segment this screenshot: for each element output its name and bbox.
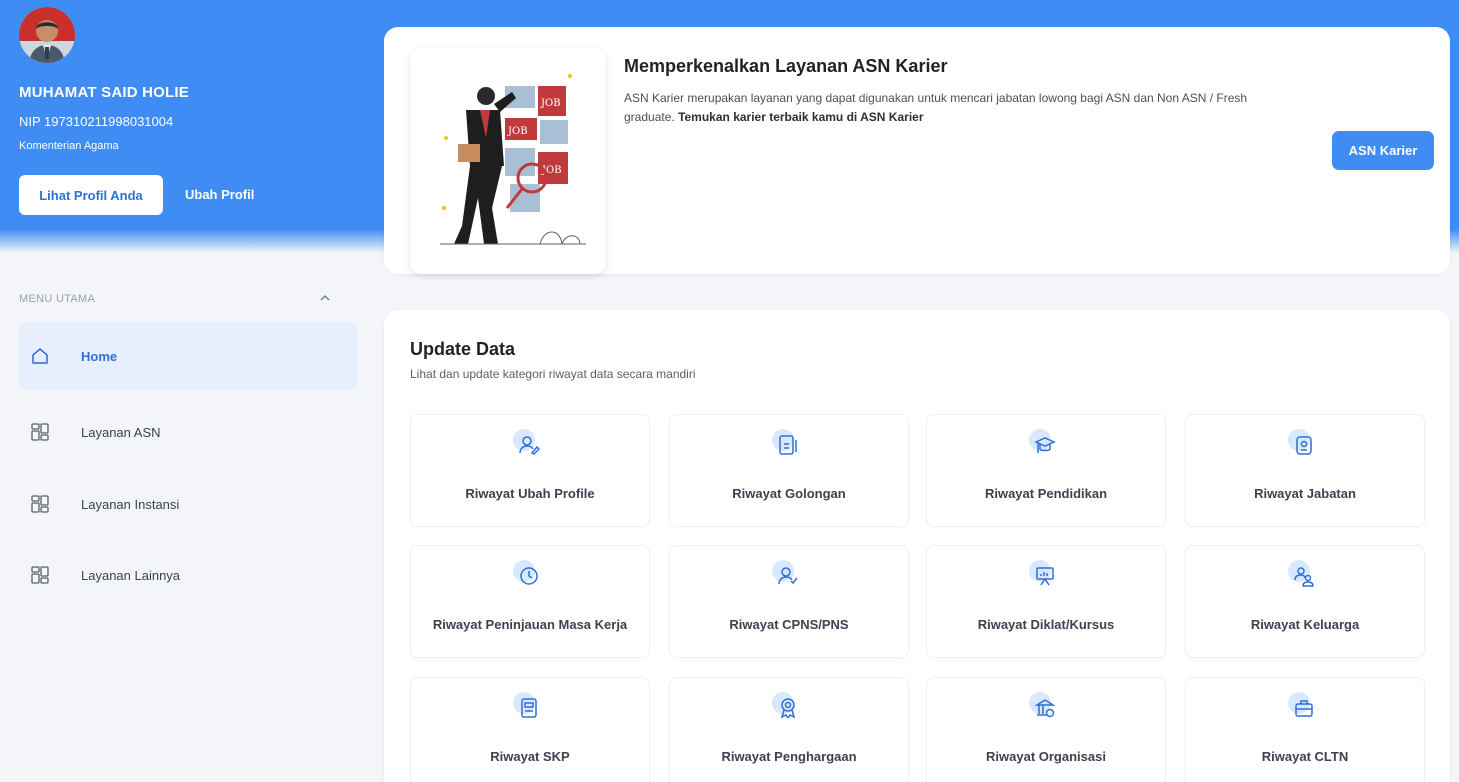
grid-icon bbox=[29, 564, 51, 586]
tile-riwayat-diklat-kursus[interactable]: Riwayat Diklat/Kursus bbox=[926, 545, 1166, 658]
sidebar-item-layanan-lainnya[interactable]: Layanan Lainnya bbox=[19, 541, 357, 609]
update-data-subtitle: Lihat dan update kategori riwayat data s… bbox=[410, 367, 696, 381]
asn-karier-card: JOB JOB JOB Memperkenalkan Layanan ASN K… bbox=[384, 27, 1450, 274]
chevron-up-icon[interactable] bbox=[320, 292, 330, 304]
tile-label: Riwayat CLTN bbox=[1261, 749, 1349, 764]
tile-label: Riwayat SKP bbox=[490, 749, 570, 764]
job-search-illustration: JOB JOB JOB bbox=[410, 48, 606, 274]
update-data-title: Update Data bbox=[410, 339, 516, 359]
award-icon bbox=[772, 692, 806, 726]
grid-icon bbox=[29, 493, 51, 515]
presentation-icon bbox=[1029, 560, 1063, 594]
profile-panel: MUHAMAT SAID HOLIE NIP 19731021199803100… bbox=[0, 0, 372, 253]
hero-description-highlight: Temukan karier terbaik kamu di ASN Karie… bbox=[678, 110, 924, 124]
hero-description: ASN Karier merupakan layanan yang dapat … bbox=[624, 89, 1284, 127]
sidebar: MUHAMAT SAID HOLIE NIP 19731021199803100… bbox=[0, 0, 372, 782]
sidebar-item-home[interactable]: Home bbox=[19, 322, 357, 390]
tile-riwayat-cpns-pns[interactable]: Riwayat CPNS/PNS bbox=[669, 545, 909, 658]
profile-name: MUHAMAT SAID HOLIE bbox=[19, 84, 189, 101]
hero-title: Memperkenalkan Layanan ASN Karier bbox=[624, 56, 948, 76]
user-edit-icon bbox=[513, 429, 547, 463]
organization-icon bbox=[1029, 692, 1063, 726]
menu-heading: MENU UTAMA bbox=[19, 293, 96, 305]
asn-karier-button[interactable]: ASN Karier bbox=[1332, 131, 1434, 170]
clock-icon bbox=[513, 560, 547, 594]
grid-icon bbox=[29, 421, 51, 443]
user-check-icon bbox=[772, 560, 806, 594]
tile-label: Riwayat Penghargaan bbox=[721, 749, 857, 764]
sidebar-item-label: Layanan ASN bbox=[81, 424, 161, 440]
tile-label: Riwayat Organisasi bbox=[986, 749, 1106, 764]
tile-label: Riwayat CPNS/PNS bbox=[729, 617, 849, 632]
update-data-card: Update Data Lihat dan update kategori ri… bbox=[384, 310, 1450, 782]
family-icon bbox=[1288, 560, 1322, 594]
profile-nip: NIP 197310211998031004 bbox=[19, 114, 174, 129]
profile-organization: Komenterian Agama bbox=[19, 140, 119, 152]
tile-riwayat-peninjauan-masa-kerja[interactable]: Riwayat Peninjauan Masa Kerja bbox=[410, 545, 650, 658]
tile-label: Riwayat Pendidikan bbox=[984, 486, 1108, 501]
tile-riwayat-ubah-profile[interactable]: Riwayat Ubah Profile bbox=[410, 414, 650, 527]
tile-label: Riwayat Keluarga bbox=[1250, 617, 1360, 632]
graduation-cap-icon bbox=[1029, 429, 1063, 463]
tile-riwayat-skp[interactable]: Riwayat SKP bbox=[410, 677, 650, 782]
tile-label: Riwayat Peninjauan Masa Kerja bbox=[432, 617, 628, 632]
document-icon bbox=[513, 692, 547, 726]
svg-text:JOB: JOB bbox=[540, 98, 561, 109]
svg-text:JOB: JOB bbox=[507, 126, 528, 137]
avatar-photo bbox=[19, 7, 75, 63]
tile-riwayat-penghargaan[interactable]: Riwayat Penghargaan bbox=[669, 677, 909, 782]
tile-label: Riwayat Diklat/Kursus bbox=[977, 617, 1115, 632]
tile-label: Riwayat Ubah Profile bbox=[465, 486, 595, 501]
tile-riwayat-cltn[interactable]: Riwayat CLTN bbox=[1185, 677, 1425, 782]
sidebar-item-layanan-asn[interactable]: Layanan ASN bbox=[19, 398, 357, 466]
avatar[interactable] bbox=[19, 7, 75, 63]
tile-riwayat-jabatan[interactable]: Riwayat Jabatan bbox=[1185, 414, 1425, 527]
tile-label: Riwayat Jabatan bbox=[1254, 486, 1356, 501]
home-icon bbox=[29, 345, 51, 367]
sidebar-item-layanan-instansi[interactable]: Layanan Instansi bbox=[19, 470, 357, 538]
tile-riwayat-organisasi[interactable]: Riwayat Organisasi bbox=[926, 677, 1166, 782]
bag-icon bbox=[1288, 692, 1322, 726]
view-profile-button[interactable]: Lihat Profil Anda bbox=[19, 175, 163, 215]
sidebar-item-label: Layanan Instansi bbox=[81, 496, 180, 512]
sidebar-item-label: Layanan Lainnya bbox=[81, 567, 181, 583]
tile-riwayat-pendidikan[interactable]: Riwayat Pendidikan bbox=[926, 414, 1166, 527]
tile-riwayat-keluarga[interactable]: Riwayat Keluarga bbox=[1185, 545, 1425, 658]
tile-label: Riwayat Golongan bbox=[732, 486, 846, 501]
edit-profile-link[interactable]: Ubah Profil bbox=[185, 175, 254, 215]
tile-riwayat-golongan[interactable]: Riwayat Golongan bbox=[669, 414, 909, 527]
briefcase-id-icon bbox=[1288, 429, 1322, 463]
sidebar-item-label: Home bbox=[81, 348, 118, 364]
id-card-icon bbox=[772, 429, 806, 463]
